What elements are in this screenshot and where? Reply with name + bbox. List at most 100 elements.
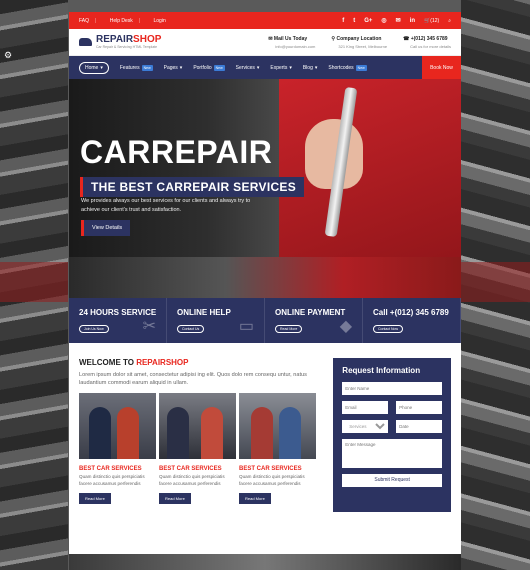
nav-portfolio[interactable]: Portfolio New — [193, 64, 225, 71]
help-desk-link[interactable]: Help Desk — [110, 18, 133, 24]
cart-button[interactable]: 🛒(12) — [424, 18, 439, 24]
nav-home[interactable]: Home ▾ — [79, 61, 109, 74]
nav-shortcodes-label: Shortcodes — [328, 64, 354, 71]
feature-online-help: ONLINE HELP Contact Us ▭ — [167, 298, 265, 343]
message-textarea[interactable] — [342, 439, 442, 468]
features-bar: 24 HOURS SERVICE Join Us Now ✂ ONLINE HE… — [69, 298, 461, 343]
services-select[interactable]: Services — [342, 420, 389, 433]
read-more-button[interactable]: Read More — [275, 325, 303, 333]
chevron-down-icon: ▾ — [179, 64, 183, 71]
phone-input[interactable] — [396, 401, 442, 414]
car-logo-icon — [79, 38, 92, 46]
google-plus-icon[interactable]: G+ — [364, 18, 372, 24]
contact-now-button[interactable]: Contact Now — [373, 325, 404, 333]
location-address: 321 King Street, Melbourne — [338, 43, 388, 49]
card-title-accent: SERVICES — [111, 466, 142, 472]
nav-pages[interactable]: Pages ▾ — [164, 65, 183, 71]
mail-info: ✉ Mail Us Today info@yourdomain.com — [268, 36, 315, 49]
mail-address: info@yourdomain.com — [275, 43, 316, 49]
phone-info: ☎ +(012) 345 6789 Call us for more detai… — [403, 36, 451, 49]
card-title-accent: SERVICES — [271, 466, 302, 472]
service-card: BEST CAR SERVICES Quam distinctio quis p… — [239, 393, 316, 505]
nav-features[interactable]: Features New — [119, 64, 153, 71]
logo-shop: SHOP — [133, 34, 162, 45]
hero-slider: CARREPAIR THE BEST CARREPAIR SERVICES We… — [69, 79, 461, 298]
card-title: BEST CAR — [79, 466, 112, 472]
request-form: Request Information Services Submit Requ… — [333, 358, 451, 512]
service-card: BEST CAR SERVICES Quam distinctio quis p… — [79, 393, 156, 505]
header: REPAIRSHOP Car Repair & Servicing HTML T… — [69, 29, 461, 56]
home-chevron-icon: ▾ — [100, 64, 103, 71]
chevron-down-icon: ▾ — [314, 64, 318, 71]
join-us-button[interactable]: Join Us Now — [79, 325, 109, 333]
new-badge: New — [141, 64, 153, 71]
nav-features-label: Features — [119, 64, 140, 71]
nav-experts-label: Experts — [270, 64, 288, 71]
background-right — [461, 0, 530, 570]
nav-home-label: Home — [85, 64, 99, 71]
feature-title: Call +(012) 345 6789 — [373, 308, 449, 317]
nav-services-label: Services — [235, 64, 255, 71]
hero-text: We provides always our best services for… — [81, 198, 251, 213]
read-more-button[interactable]: Read More — [239, 493, 271, 504]
contact-us-button[interactable]: Contact Us — [177, 325, 205, 333]
service-card: BEST CAR SERVICES Quam distinctio quis p… — [159, 393, 236, 505]
topbar-links: FAQ | Help Desk | Login — [79, 17, 166, 24]
read-more-button[interactable]: Read More — [79, 493, 111, 504]
service-card-image — [239, 393, 316, 459]
topbar-right: f t G+ ◎ ✉ in 🛒(12) ⌕ — [342, 17, 451, 25]
twitter-icon[interactable]: t — [353, 18, 355, 24]
location-info: ⚲ Company Location 321 King Street, Melb… — [331, 36, 387, 49]
cart-count: (12) — [430, 17, 440, 24]
welcome-intro: Lorem ipsum dolor sit amet, consectetur … — [79, 372, 307, 386]
nav-experts[interactable]: Experts ▾ — [270, 65, 291, 71]
feature-online-payment: ONLINE PAYMENT Read More ◆ — [265, 298, 363, 343]
hero-subtitle: THE BEST CARREPAIR SERVICES — [80, 177, 305, 197]
nav-shortcodes[interactable]: Shortcodes New — [328, 64, 367, 71]
form-title: Request Information — [342, 366, 421, 375]
settings-gear-icon[interactable]: ⚙ — [4, 50, 12, 61]
new-badge: New — [213, 64, 225, 71]
nav-pages-label: Pages — [163, 64, 178, 71]
instagram-icon[interactable]: ◎ — [381, 17, 386, 24]
welcome-title-pre: WELCOME TO — [79, 358, 137, 367]
facebook-icon[interactable]: f — [342, 18, 344, 24]
nav-services[interactable]: Services ▾ — [236, 65, 260, 71]
login-link[interactable]: Login — [154, 18, 166, 24]
name-input[interactable] — [342, 382, 442, 395]
linkedin-icon[interactable]: in — [410, 18, 415, 24]
card-title-accent: SERVICES — [191, 466, 222, 472]
nav-blog-label: Blog — [302, 64, 313, 71]
hero-bottom-image — [69, 257, 461, 298]
welcome-column: WELCOME TO REPAIRSHOP Lorem ipsum dolor … — [79, 358, 318, 512]
service-card-image — [159, 393, 236, 459]
nav-portfolio-label: Portfolio — [193, 64, 212, 71]
page: FAQ | Help Desk | Login f t G+ ◎ ✉ in 🛒(12… — [69, 12, 461, 570]
view-details-button[interactable]: View Details — [81, 220, 131, 236]
welcome-section: WELCOME TO REPAIRSHOP Lorem ipsum dolor … — [69, 343, 461, 512]
welcome-title: WELCOME TO REPAIRSHOP — [79, 358, 318, 367]
phone-title: +(012) 345 6789 — [410, 35, 448, 42]
service-cards: BEST CAR SERVICES Quam distinctio quis p… — [79, 393, 318, 505]
service-card-image — [79, 393, 156, 459]
feature-24h: 24 HOURS SERVICE Join Us Now ✂ — [69, 298, 167, 343]
phone-subtitle: Call us for more details — [410, 43, 451, 49]
card-description: Quam distinctio quis perspiciatis facere… — [239, 474, 305, 486]
email-input[interactable] — [342, 401, 389, 414]
nav-blog[interactable]: Blog ▾ — [303, 65, 318, 71]
date-input[interactable] — [396, 420, 442, 433]
logo[interactable]: REPAIRSHOP Car Repair & Servicing HTML T… — [79, 35, 161, 49]
read-more-button[interactable]: Read More — [159, 493, 191, 504]
chevron-down-icon: ▾ — [256, 64, 260, 71]
card-description: Quam distinctio quis perspiciatis facere… — [159, 474, 225, 486]
hero-title: CARREPAIR — [80, 134, 273, 170]
email-icon[interactable]: ✉ — [396, 17, 401, 24]
book-now-button[interactable]: Book Now — [422, 56, 461, 79]
welcome-title-brand: REPAIRSHOP — [136, 358, 189, 367]
search-icon[interactable]: ⌕ — [448, 18, 451, 24]
bottom-image-strip — [69, 554, 461, 570]
faq-link[interactable]: FAQ — [79, 18, 89, 24]
topbar: FAQ | Help Desk | Login f t G+ ◎ ✉ in 🛒(12… — [69, 12, 461, 29]
submit-request-button[interactable]: Submit Request — [342, 474, 442, 487]
chevron-down-icon: ▾ — [289, 64, 292, 71]
